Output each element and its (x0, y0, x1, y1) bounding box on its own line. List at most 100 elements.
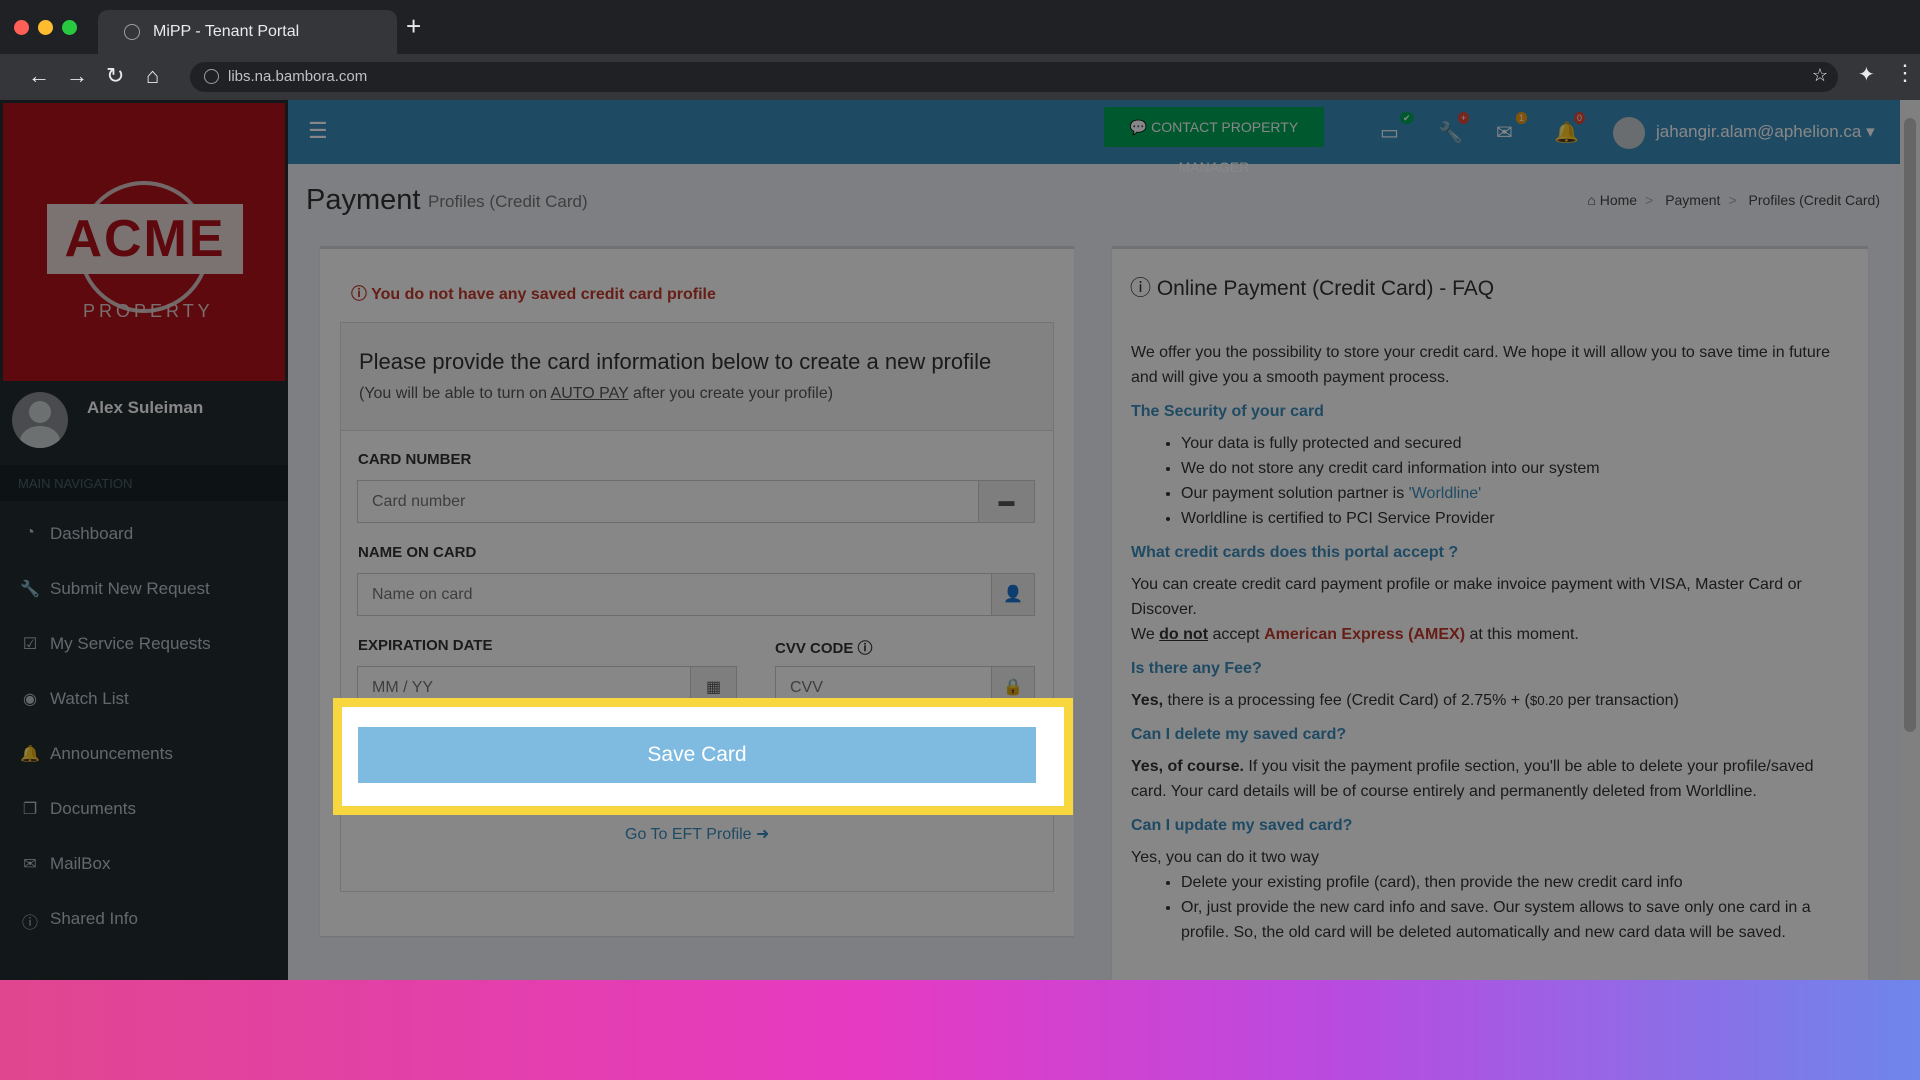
eft-link-text: Go To EFT Profile (625, 826, 752, 843)
sidebar-item-label: My Service Requests (50, 634, 211, 653)
worldline-link[interactable]: 'Worldline' (1409, 485, 1482, 502)
amex-suffix: at this moment. (1465, 626, 1579, 643)
no-profile-alert: ⓘ You do not have any saved credit card … (351, 280, 716, 304)
reload-button[interactable]: ↻ (106, 62, 124, 90)
user-panel: Alex Suleiman (0, 381, 288, 465)
new-tab-button[interactable]: + (406, 13, 421, 39)
name-on-card-field[interactable]: 👤 (357, 573, 1035, 616)
logo-text: ACME (47, 204, 243, 274)
breadcrumb-home[interactable]: Home (1600, 192, 1637, 208)
credit-card-icon: ▬ (978, 481, 1034, 522)
user-menu-dropdown[interactable]: jahangir.alam@aphelion.ca ▾ (1656, 122, 1875, 142)
sidebar-item-label: Announcements (50, 744, 173, 763)
page-scrollbar[interactable] (1900, 100, 1920, 980)
form-heading-text: Please provide the card information belo… (359, 349, 992, 374)
envelope-icon[interactable]: ✉ (1496, 120, 1513, 145)
faq-answer-delete: Yes, of course. If you visit the payment… (1131, 754, 1841, 804)
credit-card-icon[interactable]: ▭ (1380, 120, 1399, 145)
delete-yes: Yes, of course. (1131, 758, 1244, 775)
maximize-window-button[interactable] (62, 20, 77, 35)
cvv-label-text: CVV CODE (775, 640, 854, 657)
sidebar-item-shared-info[interactable]: ⓘ Shared Info (0, 893, 288, 947)
back-button[interactable]: ← (28, 62, 50, 90)
contact-property-manager-button[interactable]: 💬 CONTACT PROPERTY MANAGER (1104, 107, 1324, 175)
card-badge: ✔ (1400, 112, 1414, 124)
address-bar[interactable]: libs.na.bambora.com ☆ (190, 62, 1838, 92)
amex-text: American Express (AMEX) (1264, 626, 1466, 643)
fee-amount: $0.20 (1529, 693, 1564, 708)
site-info-icon[interactable] (204, 69, 219, 84)
copy-icon: ❐ (22, 801, 38, 818)
faq-title-text: Online Payment (Credit Card) - FAQ (1156, 277, 1495, 300)
faq-answer-update: Yes, you can do it two way (1131, 849, 1319, 866)
faq-question-delete: Can I delete my saved card? (1131, 726, 1347, 743)
wrench-icon: 🔧 (20, 581, 40, 598)
sidebar-item-dashboard[interactable]: ◔ Dashboard (0, 508, 288, 562)
user-name: Alex Suleiman (87, 398, 204, 417)
contact-button-label: CONTACT PROPERTY MANAGER (1151, 119, 1299, 175)
sidebar-item-submit-new-request[interactable]: 🔧 Submit New Request (0, 563, 288, 617)
faq-question-cards: What credit cards does this portal accep… (1131, 544, 1459, 561)
info-icon: ⓘ (21, 915, 38, 932)
chat-icon: 💬 (1129, 119, 1148, 135)
globe-icon (124, 24, 140, 40)
home-button[interactable]: ⌂ (146, 62, 159, 90)
browser-tab-strip: MiPP - Tenant Portal + (0, 0, 1920, 54)
info-circle-icon[interactable]: ⓘ (858, 640, 873, 657)
alert-text: You do not have any saved credit card pr… (371, 286, 716, 303)
sidebar-item-documents[interactable]: ❐ Documents (0, 783, 288, 837)
save-card-button[interactable]: Save Card (358, 727, 1036, 783)
extensions-icon[interactable]: ✦ (1858, 62, 1875, 87)
card-number-input[interactable] (358, 481, 1034, 522)
user-icon: 👤 (991, 574, 1034, 615)
list-item: Worldline is certified to PCI Service Pr… (1181, 506, 1841, 531)
faq-content: We offer you the possibility to store yo… (1131, 340, 1841, 954)
faq-answer-cards: You can create credit card payment profi… (1131, 576, 1802, 618)
card-number-field[interactable]: ▬ (357, 480, 1035, 523)
sidebar-item-my-service-requests[interactable]: ☑ My Service Requests (0, 618, 288, 672)
scrollbar-thumb[interactable] (1904, 118, 1916, 732)
name-on-card-input[interactable] (358, 574, 1034, 615)
sidebar-item-announcements[interactable]: 🔔 Announcements (0, 728, 288, 782)
fee-text: there is a processing fee (Credit Card) … (1163, 692, 1530, 709)
dashboard-icon: ◔ (25, 524, 35, 541)
sidebar-item-watch-list[interactable]: ◉ Watch List (0, 673, 288, 727)
browser-toolbar: ← → ↻ ⌂ libs.na.bambora.com ☆ (0, 54, 1920, 100)
close-window-button[interactable] (14, 20, 29, 35)
bell-icon[interactable]: 🔔 (1554, 120, 1579, 145)
caret-down-icon: ▾ (1866, 122, 1875, 141)
acme-property-logo[interactable]: ACME PROPERTY (3, 103, 285, 381)
faq-answer-fee: Yes, there is a processing fee (Credit C… (1131, 688, 1841, 713)
breadcrumb-payment[interactable]: Payment (1665, 192, 1720, 208)
faq-title: ⓘ Online Payment (Credit Card) - FAQ (1130, 272, 1494, 302)
sidebar-item-mailbox[interactable]: ✉ MailBox (0, 838, 288, 892)
list-item: Delete your existing profile (card), the… (1181, 870, 1841, 895)
list-item: Our payment solution partner is 'Worldli… (1181, 481, 1841, 506)
sidebar-item-label: Documents (50, 799, 136, 818)
wrench-icon[interactable]: 🔧 (1438, 120, 1463, 145)
sidebar-item-label: Shared Info (50, 909, 138, 928)
page-subtitle: Profiles (Credit Card) (428, 192, 588, 211)
forward-button[interactable]: → (66, 62, 88, 90)
go-to-eft-profile-link[interactable]: Go To EFT Profile ➜ (625, 824, 769, 844)
sidebar-item-label: Submit New Request (50, 579, 210, 598)
browser-tab[interactable]: MiPP - Tenant Portal (98, 10, 397, 54)
breadcrumb: ⌂ Home > Payment > Profiles (Credit Card) (1587, 192, 1880, 208)
arrow-circle-right-icon: ➜ (756, 826, 770, 843)
auto-pay-note: (You will be able to turn on AUTO PAY af… (359, 385, 833, 403)
amex-mid: accept (1208, 626, 1265, 643)
wrench-badge: + (1458, 112, 1470, 124)
minimize-window-button[interactable] (38, 20, 53, 35)
browser-menu-icon[interactable]: ⋮ (1894, 60, 1916, 86)
faq-intro: We offer you the possibility to store yo… (1131, 344, 1830, 386)
home-icon: ⌂ (1587, 192, 1596, 208)
card-number-label: CARD NUMBER (358, 451, 472, 468)
header-avatar[interactable] (1613, 117, 1645, 149)
list-item: Your data is fully protected and secured (1181, 431, 1841, 456)
bookmark-star-icon[interactable]: ☆ (1812, 65, 1828, 86)
auto-pay-link[interactable]: AUTO PAY (551, 385, 629, 402)
sidebar-item-label: Watch List (50, 689, 129, 708)
faq-question-security: The Security of your card (1131, 403, 1324, 420)
menu-toggle-icon[interactable]: ☰ (308, 118, 328, 144)
faq-update-list: Delete your existing profile (card), the… (1181, 870, 1841, 945)
